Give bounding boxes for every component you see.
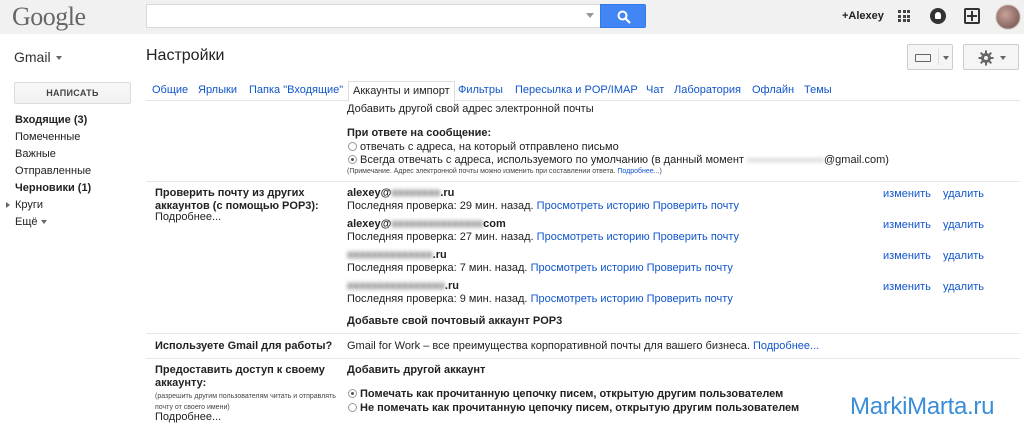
edit-account-link[interactable]: изменить	[883, 188, 931, 200]
settings-button[interactable]	[963, 44, 1019, 70]
search-box[interactable]	[146, 4, 600, 28]
check-mail-link[interactable]: Проверить почту	[653, 231, 739, 243]
work-label: Используете Gmail для работы?	[155, 340, 333, 352]
reply-heading: При ответе на сообщение:	[347, 127, 492, 139]
chevron-down-icon	[40, 220, 47, 225]
pop3-account-status: Последняя проверка: 7 мин. назад. Просмо…	[347, 262, 733, 274]
mark-read-option[interactable]: Помечать как прочитанную цепочку писем, …	[348, 388, 783, 400]
delete-account-link[interactable]: удалить	[943, 188, 984, 200]
view-history-link[interactable]: Просмотреть историю	[531, 293, 644, 305]
tab-forwarding-pop-imap[interactable]: Пересылка и POP/IMAP	[515, 84, 638, 96]
view-history-link[interactable]: Просмотреть историю	[537, 200, 650, 212]
keyboard-icon	[915, 54, 931, 62]
delete-account-link[interactable]: удалить	[943, 219, 984, 231]
tab-offline[interactable]: Офлайн	[752, 84, 794, 96]
pop3-account-name: alexey@xxxxxxxx.ru	[347, 187, 455, 199]
sidebar-item-more[interactable]: Ещё	[0, 214, 140, 231]
reply-note: (Примечание. Адрес электронной почты мож…	[347, 168, 662, 175]
grant-access-label: Предоставить доступ к своему аккаунту:	[155, 364, 325, 389]
avatar[interactable]	[996, 5, 1020, 29]
edit-account-link[interactable]: изменить	[883, 250, 931, 262]
tab-labs[interactable]: Лаборатория	[674, 84, 741, 96]
tab-inbox[interactable]: Папка "Входящие"	[249, 84, 343, 96]
edit-account-link[interactable]: изменить	[883, 281, 931, 293]
sidebar-item-starred[interactable]: Помеченные	[0, 129, 140, 146]
pop3-more-link[interactable]: Подробнее...	[155, 211, 221, 223]
user-profile-link[interactable]: +Alexey	[842, 10, 884, 22]
add-pop3-account-link[interactable]: Добавьте свой почтовый аккаунт POP3	[347, 315, 562, 327]
notifications-icon[interactable]	[930, 8, 946, 24]
top-bar: Google +Alexey	[0, 0, 1024, 34]
view-history-link[interactable]: Просмотреть историю	[531, 262, 644, 274]
delete-account-link[interactable]: удалить	[943, 250, 984, 262]
radio-selected-icon[interactable]	[348, 155, 357, 164]
settings-tabs: Общие Ярлыки Папка "Входящие" Аккаунты и…	[146, 81, 1020, 102]
redacted-email: ———————	[747, 154, 824, 166]
sidebar-item-sent[interactable]: Отправленные	[0, 163, 140, 180]
gmail-app-switcher[interactable]: Gmail	[14, 49, 62, 65]
tab-themes[interactable]: Темы	[804, 84, 832, 96]
chevron-down-icon	[943, 56, 949, 60]
pop3-account-name: alexey@xxxxxxxxxxxxxxxcom	[347, 218, 506, 230]
share-icon[interactable]	[964, 8, 980, 24]
work-description: Gmail for Work – все преимущества корпор…	[347, 340, 820, 352]
pop3-account-status: Последняя проверка: 29 мин. назад. Просм…	[347, 200, 740, 212]
add-another-account-link[interactable]: Добавить другой аккаунт	[347, 364, 485, 376]
pop3-account-status: Последняя проверка: 27 мин. назад. Просм…	[347, 231, 740, 243]
chevron-down-icon	[55, 56, 62, 61]
google-logo[interactable]: Google	[12, 2, 86, 32]
sidebar-item-important[interactable]: Важные	[0, 146, 140, 163]
tab-accounts-import[interactable]: Аккаунты и импорт	[348, 81, 455, 102]
pop3-account-name: xxxxxxxxxxxxxxxx.ru	[347, 280, 459, 292]
page-title: Настройки	[146, 47, 225, 64]
tab-general[interactable]: Общие	[152, 84, 188, 96]
sidebar-item-inbox[interactable]: Входящие (3)	[0, 112, 140, 129]
chevron-down-icon	[1000, 56, 1006, 60]
expand-arrow-icon[interactable]	[6, 202, 10, 209]
grant-access-note: (разрешить другим пользователям читать и…	[155, 393, 336, 411]
sidebar-item-circles[interactable]: Круги	[0, 197, 140, 214]
reply-note-more-link[interactable]: Подробнее...	[617, 168, 659, 175]
sidebar-nav: Входящие (3) Помеченные Важные Отправлен…	[0, 112, 140, 231]
pop3-account-name: xxxxxxxxxxxxxx.ru	[347, 249, 447, 261]
tab-filters[interactable]: Фильтры	[458, 84, 503, 96]
check-mail-link[interactable]: Проверить почту	[653, 200, 739, 212]
search-icon	[617, 10, 631, 24]
add-email-address-link[interactable]: Добавить другой свой адрес электронной п…	[347, 103, 594, 115]
work-more-link[interactable]: Подробнее...	[753, 340, 819, 352]
apps-icon[interactable]	[898, 10, 910, 22]
reply-option-same-address[interactable]: отвечать с адреса, на который отправлено…	[348, 141, 619, 153]
pop3-account-status: Последняя проверка: 9 мин. назад. Просмо…	[347, 293, 733, 305]
tab-chat[interactable]: Чат	[646, 84, 664, 96]
watermark: MarkiMarta.ru	[850, 393, 995, 420]
input-tools-button[interactable]	[907, 44, 953, 70]
view-history-link[interactable]: Просмотреть историю	[537, 231, 650, 243]
radio-icon[interactable]	[348, 403, 357, 412]
mark-unread-option[interactable]: Не помечать как прочитанную цепочку писе…	[348, 402, 799, 414]
radio-icon[interactable]	[348, 142, 357, 151]
radio-selected-icon[interactable]	[348, 389, 357, 398]
gear-icon	[978, 50, 994, 66]
edit-account-link[interactable]: изменить	[883, 219, 931, 231]
reply-option-default-address[interactable]: Всегда отвечать с адреса, используемого …	[348, 154, 889, 166]
tab-labels[interactable]: Ярлыки	[198, 84, 237, 96]
delete-account-link[interactable]: удалить	[943, 281, 984, 293]
compose-button[interactable]: НАПИСАТЬ	[14, 82, 131, 104]
grant-more-link[interactable]: Подробнее...	[155, 411, 221, 423]
sidebar-item-drafts[interactable]: Черновики (1)	[0, 180, 140, 197]
pop3-label: Проверить почту из других аккаунтов (с п…	[155, 187, 319, 212]
check-mail-link[interactable]: Проверить почту	[647, 293, 733, 305]
search-options-caret-icon[interactable]	[586, 13, 594, 18]
check-mail-link[interactable]: Проверить почту	[647, 262, 733, 274]
search-button[interactable]	[600, 4, 646, 28]
